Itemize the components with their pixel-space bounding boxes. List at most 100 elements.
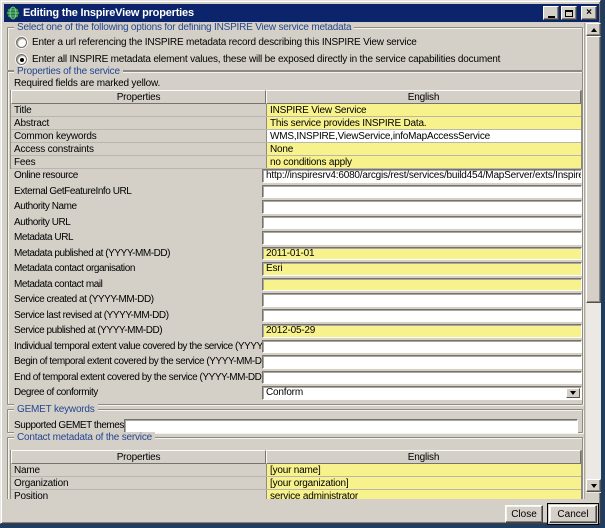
maximize-icon [565, 10, 573, 17]
field-label: Service published at (YYYY-MM-DD) [10, 325, 262, 336]
field-row: Metadata contact mail [10, 278, 582, 292]
field-input[interactable] [262, 355, 582, 369]
property-value-cell[interactable]: INSPIRE View Service [266, 104, 581, 116]
property-label: Name [11, 464, 266, 476]
degree-of-conformity-dropdown[interactable]: Conform [262, 386, 582, 400]
field-label: Authority Name [10, 201, 262, 212]
gemet-group: GEMET keywords Supported GEMET themes [7, 409, 583, 433]
radio-selected-icon[interactable] [16, 54, 27, 65]
radio-unselected-icon[interactable] [16, 37, 27, 48]
radio-metadata-url-option[interactable]: Enter a url referencing the INSPIRE meta… [16, 37, 417, 48]
property-label: Fees [11, 156, 266, 168]
field-input[interactable] [262, 185, 582, 199]
field-row: External GetFeatureInfo URL [10, 185, 582, 199]
scroll-up-button[interactable] [586, 23, 601, 36]
close-button[interactable]: Close [505, 505, 543, 523]
property-label: Position [11, 490, 266, 499]
field-label: Metadata URL [10, 232, 262, 243]
gemet-themes-input[interactable] [124, 419, 578, 433]
radio-metadata-values-option[interactable]: Enter all INSPIRE metadata element value… [16, 54, 500, 65]
field-row: Individual temporal extent value covered… [10, 340, 582, 354]
field-label: End of temporal extent covered by the se… [10, 372, 262, 383]
field-row: End of temporal extent covered by the se… [10, 371, 582, 385]
dialog-content: Select one of the following options for … [5, 23, 585, 499]
arrow-up-icon [591, 28, 597, 32]
field-label: Metadata contact organisation [10, 263, 262, 274]
service-properties-table: Properties English Title INSPIRE View Se… [10, 90, 582, 169]
property-label: Organization [11, 477, 266, 489]
field-label: Authority URL [10, 217, 262, 228]
field-label: Begin of temporal extent covered by the … [10, 356, 262, 367]
globe-icon [6, 6, 20, 20]
field-input[interactable]: Esri [262, 262, 582, 276]
contact-group: Contact metadata of the service Properti… [7, 437, 583, 499]
table-row: Position service administrator [11, 490, 581, 499]
field-row: Service created at (YYYY-MM-DD) [10, 293, 582, 307]
field-label: Service last revised at (YYYY-MM-DD) [10, 310, 262, 321]
field-row: Metadata published at (YYYY-MM-DD) 2011-… [10, 247, 582, 261]
table-row: Access constraints None [11, 143, 581, 156]
field-row: Metadata contact organisation Esri [10, 262, 582, 276]
property-value-cell[interactable]: This service provides INSPIRE Data. [266, 117, 581, 129]
field-input[interactable] [262, 340, 582, 354]
field-input[interactable] [262, 293, 582, 307]
radio-label: Enter a url referencing the INSPIRE meta… [32, 37, 417, 48]
field-row: Authority Name [10, 200, 582, 214]
field-input[interactable] [262, 200, 582, 214]
field-input[interactable] [262, 371, 582, 385]
table-row: Name [your name] [11, 464, 581, 477]
close-icon: × [586, 8, 592, 18]
title-bar[interactable]: Editing the InspireView properties × [4, 4, 599, 22]
options-group: Select one of the following options for … [7, 27, 583, 71]
field-row: Service last revised at (YYYY-MM-DD) [10, 309, 582, 323]
field-input[interactable] [262, 216, 582, 230]
field-input[interactable]: 2012-05-29 [262, 324, 582, 338]
property-value-cell[interactable]: service administrator [266, 490, 581, 499]
scrollbar-thumb[interactable] [586, 36, 601, 303]
vertical-scrollbar[interactable] [586, 23, 601, 493]
maximize-button[interactable] [561, 6, 577, 20]
property-value-cell[interactable]: None [266, 143, 581, 155]
contact-group-label: Contact metadata of the service [14, 432, 155, 443]
column-header-english: English [266, 90, 581, 104]
field-input[interactable] [262, 278, 582, 292]
close-window-button[interactable]: × [581, 6, 597, 20]
arrow-down-icon [591, 484, 597, 488]
column-header-english: English [266, 450, 581, 464]
minimize-button[interactable] [543, 6, 559, 20]
field-row: Service published at (YYYY-MM-DD) 2012-0… [10, 324, 582, 338]
table-row: Fees no conditions apply [11, 156, 581, 169]
field-label: Service created at (YYYY-MM-DD) [10, 294, 262, 305]
property-value-cell[interactable]: [your organization] [266, 477, 581, 489]
field-input[interactable]: 2011-01-01 [262, 247, 582, 261]
field-label: External GetFeatureInfo URL [10, 186, 262, 197]
options-group-label: Select one of the following options for … [14, 23, 354, 33]
table-row: Organization [your organization] [11, 477, 581, 490]
radio-label: Enter all INSPIRE metadata element value… [32, 54, 500, 65]
field-input[interactable]: http://inspiresrv4:6080/arcgis/rest/serv… [262, 169, 582, 183]
dropdown-arrow-button[interactable] [566, 388, 580, 398]
field-label: Online resource [10, 170, 262, 181]
property-value-cell[interactable]: WMS,INSPIRE,ViewService,infoMapAccessSer… [266, 130, 581, 142]
property-value-cell[interactable]: no conditions apply [266, 156, 581, 168]
field-input[interactable] [262, 231, 582, 245]
scroll-down-button[interactable] [586, 479, 601, 492]
table-row: Common keywords WMS,INSPIRE,ViewService,… [11, 130, 581, 143]
property-value-cell[interactable]: [your name] [266, 464, 581, 476]
property-label: Access constraints [11, 143, 266, 155]
cancel-button[interactable]: Cancel [549, 505, 597, 523]
degree-of-conformity-row: Degree of conformity Conform [10, 386, 582, 400]
field-row: Metadata URL [10, 231, 582, 245]
field-row: Begin of temporal extent covered by the … [10, 355, 582, 369]
minimize-icon [548, 16, 555, 18]
properties-group-label: Properties of the service [14, 66, 123, 77]
dropdown-value: Conform [266, 387, 303, 398]
table-row: Abstract This service provides INSPIRE D… [11, 117, 581, 130]
field-input[interactable] [262, 309, 582, 323]
table-header-row: Properties English [11, 90, 581, 104]
required-note: Required fields are marked yellow. [14, 78, 160, 89]
field-label: Individual temporal extent value covered… [10, 341, 262, 352]
table-header-row: Properties English [11, 450, 581, 464]
field-label: Metadata published at (YYYY-MM-DD) [10, 248, 262, 259]
properties-group: Properties of the service Required field… [7, 71, 583, 405]
